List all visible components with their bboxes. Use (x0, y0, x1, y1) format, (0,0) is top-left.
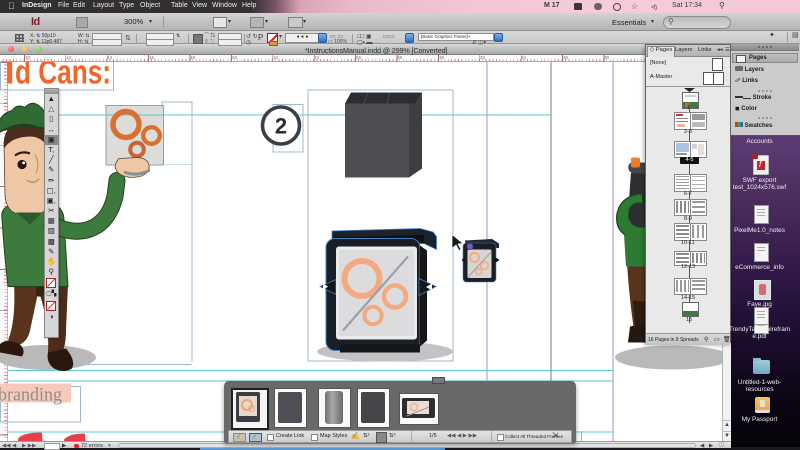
svg-text:branding: branding (0, 384, 62, 405)
svg-text:2: 2 (275, 113, 287, 138)
svg-text:d Cans:: d Cans: (15, 62, 111, 92)
